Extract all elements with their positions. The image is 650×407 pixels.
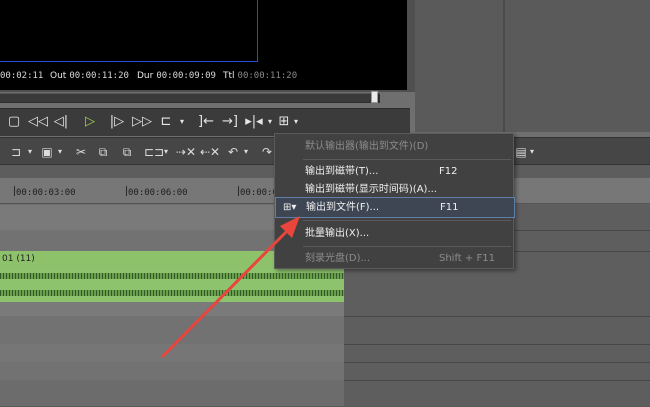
clip-icon[interactable]: ⊏⊐ bbox=[144, 142, 164, 162]
scrub-fill bbox=[0, 94, 372, 102]
save-icon[interactable]: ▣ bbox=[40, 142, 54, 162]
cut-icon[interactable]: ✂ bbox=[74, 142, 88, 162]
mark-in-icon[interactable]: ]← bbox=[196, 112, 216, 132]
video-frame bbox=[0, 0, 258, 62]
layout-icon[interactable]: ▤ bbox=[514, 142, 528, 162]
copy-icon[interactable]: ⧉ bbox=[96, 142, 110, 162]
redo-icon[interactable]: ↷ bbox=[260, 142, 274, 162]
export-file-icon: ⊞▾ bbox=[283, 202, 297, 213]
split-icon[interactable]: ▸|◂ bbox=[244, 112, 264, 132]
right-panel bbox=[415, 0, 650, 132]
waveform bbox=[0, 273, 344, 279]
preview-screen: 00:02:11 Out 00:00:11:20 Dur 00:00:09:09 T… bbox=[0, 0, 407, 90]
fast-forward-icon[interactable]: ▷▷ bbox=[132, 112, 152, 132]
stop-icon[interactable]: ▢ bbox=[6, 112, 22, 132]
menu-separator bbox=[303, 246, 511, 247]
menu-separator bbox=[303, 159, 511, 160]
chevron-down-icon[interactable]: ▾ bbox=[292, 112, 300, 132]
paste-icon[interactable]: ⧉ bbox=[120, 142, 134, 162]
menu-item-burn-disc[interactable]: 刻录光盘(D)... Shift + F11 bbox=[275, 249, 513, 268]
total-timecode: Ttl 00:00:11:20 bbox=[223, 71, 298, 81]
menu-item-output-to-file[interactable]: ⊞▾ 输出到文件(F)... F11 bbox=[275, 197, 515, 218]
import-icon[interactable]: ⊐ bbox=[8, 142, 24, 162]
scrub-handle[interactable] bbox=[371, 91, 378, 103]
loop-icon[interactable]: ⊏ bbox=[158, 112, 174, 132]
rewind-icon[interactable]: ◁◁ bbox=[28, 112, 48, 132]
audio-clip[interactable] bbox=[0, 268, 344, 302]
step-back-icon[interactable]: ◁| bbox=[52, 112, 70, 132]
mark-out-icon[interactable]: →] bbox=[220, 112, 240, 132]
delete-icon[interactable]: ⇢✕ bbox=[176, 142, 196, 162]
transport-toolbar: ▢ ◁◁ ◁| ▷ |▷ ▷▷ ⊏ ▾ ]← →] ▸|◂ ▾ ⊞ ▾ bbox=[0, 108, 410, 136]
ripple-delete-icon[interactable]: ⇠✕ bbox=[200, 142, 220, 162]
ruler-tick-label: 00:00:03:00 bbox=[16, 188, 76, 198]
export-icon[interactable]: ⊞ bbox=[276, 112, 292, 132]
step-forward-icon[interactable]: |▷ bbox=[108, 112, 126, 132]
chevron-down-icon[interactable]: ▾ bbox=[178, 112, 186, 132]
undo-icon[interactable]: ↶ bbox=[226, 142, 240, 162]
chevron-down-icon[interactable]: ▾ bbox=[162, 142, 170, 162]
menu-item-batch-output[interactable]: 批量输出(X)... bbox=[275, 224, 513, 243]
menu-separator bbox=[303, 220, 511, 221]
chevron-down-icon[interactable]: ▾ bbox=[56, 142, 64, 162]
play-icon[interactable]: ▷ bbox=[82, 112, 98, 132]
waveform bbox=[0, 290, 344, 296]
chevron-down-icon[interactable]: ▾ bbox=[242, 142, 250, 162]
current-timecode: 00:02:11 bbox=[0, 71, 44, 81]
duration-timecode: Dur 00:00:09:09 bbox=[137, 71, 216, 81]
ruler-tick-label: 00:00:06:00 bbox=[128, 188, 188, 198]
menu-item-default-exporter[interactable]: 默认输出器(输出到文件)(D) bbox=[275, 137, 513, 156]
chevron-down-icon[interactable]: ▾ bbox=[26, 142, 34, 162]
out-timecode: Out 00:00:11:20 bbox=[50, 71, 129, 81]
menu-item-output-to-tape[interactable]: 输出到磁带(T)... F12 bbox=[275, 162, 513, 181]
export-dropdown-menu: 默认输出器(输出到文件)(D) 输出到磁带(T)... F12 输出到磁带(显示… bbox=[274, 133, 515, 269]
chevron-down-icon[interactable]: ▾ bbox=[528, 142, 536, 162]
chevron-down-icon[interactable]: ▾ bbox=[266, 112, 274, 132]
